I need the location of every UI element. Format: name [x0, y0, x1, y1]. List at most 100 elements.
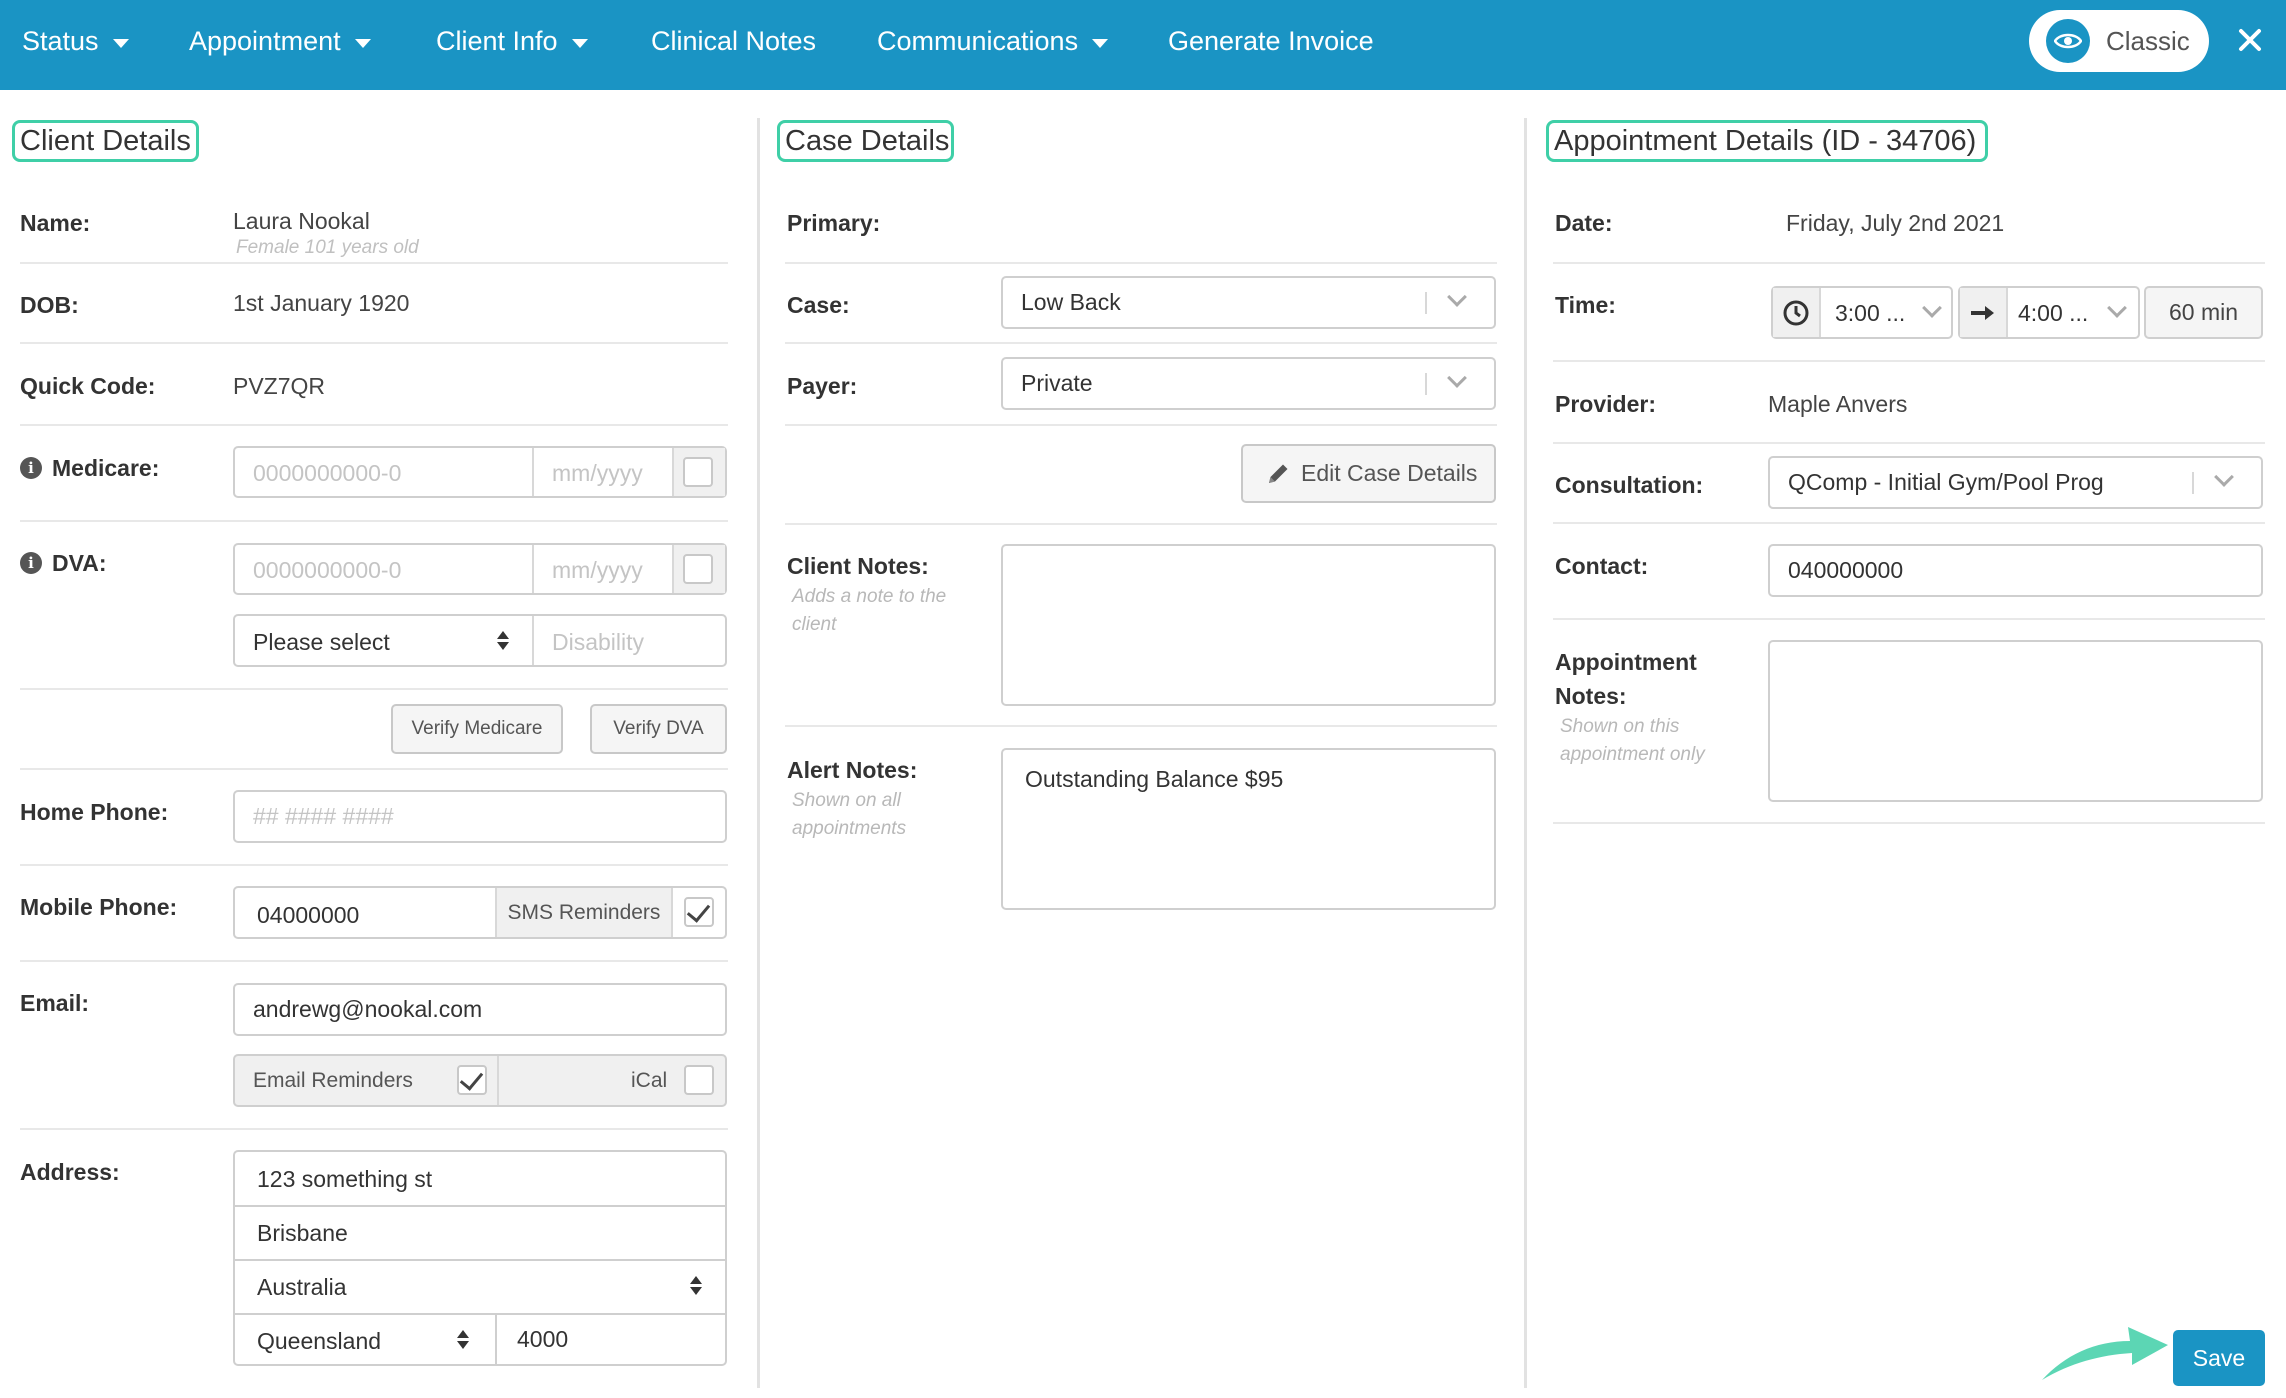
dva-card-select[interactable]: Please select — [253, 629, 390, 656]
communications-menu[interactable]: Communications — [877, 0, 1109, 82]
check-icon — [686, 898, 711, 923]
divider — [20, 1128, 728, 1130]
sms-reminders-label: SMS Reminders — [495, 888, 673, 937]
appointment-menu-label: Appointment — [189, 25, 341, 56]
name-label: Name: — [20, 210, 91, 236]
end-time-select[interactable]: 4:00 ... — [1958, 286, 2140, 339]
divider — [1553, 822, 2265, 824]
email-reminders-label: Email Reminders — [253, 1069, 413, 1092]
appointment-notes-label-line1: Appointment — [1555, 649, 1697, 675]
dva-label: DVA: — [52, 550, 107, 576]
mobile-phone-label: Mobile Phone: — [20, 894, 178, 920]
verify-dva-button[interactable]: Verify DVA — [590, 704, 727, 754]
client-notes-hint: Adds a note to the client — [792, 586, 947, 635]
city-input[interactable]: Brisbane — [257, 1220, 348, 1247]
close-icon[interactable] — [2232, 22, 2268, 58]
appointment-details-title: Appointment Details (ID - 34706) — [1546, 120, 1988, 162]
postcode-input[interactable]: 4000 — [517, 1326, 568, 1353]
divider — [785, 424, 1497, 426]
appointment-notes-hint: Shown on this appointment only — [1560, 716, 1705, 765]
primary-label: Primary: — [787, 210, 881, 236]
edit-case-details-label: Edit Case Details — [1301, 460, 1478, 486]
sms-reminders-checkbox[interactable] — [684, 897, 714, 927]
provider-label: Provider: — [1555, 391, 1656, 417]
classic-view-button[interactable]: Classic — [2029, 10, 2209, 72]
country-select[interactable]: Australia — [257, 1274, 346, 1301]
info-icon[interactable]: i — [20, 552, 42, 574]
consultation-select[interactable]: QComp - Initial Gym/Pool Prog — [1768, 456, 2263, 509]
appointment-menu[interactable]: Appointment — [189, 0, 371, 82]
status-menu[interactable]: Status — [22, 0, 129, 82]
chevron-down-icon — [1092, 38, 1109, 48]
clinical-notes-label: Clinical Notes — [651, 25, 817, 56]
client-info-menu[interactable]: Client Info — [436, 0, 588, 82]
quick-code-value: PVZ7QR — [233, 373, 326, 399]
divider — [20, 864, 728, 866]
client-notes-textarea[interactable] — [1001, 544, 1496, 706]
edit-case-details-button[interactable]: Edit Case Details — [1241, 444, 1496, 503]
client-notes-label: Client Notes: — [787, 553, 929, 579]
client-info-menu-label: Client Info — [436, 25, 558, 56]
alert-notes-textarea[interactable]: Outstanding Balance $95 — [1001, 748, 1496, 910]
dva-number-input[interactable]: 0000000000-0 — [253, 557, 401, 584]
payer-select-value: Private — [1021, 370, 1093, 396]
contact-label: Contact: — [1555, 553, 1649, 579]
payer-select[interactable]: Private — [1001, 357, 1496, 410]
ical-checkbox[interactable] — [684, 1065, 714, 1095]
divider — [1553, 442, 2265, 444]
mobile-phone-input[interactable]: 04000000 — [257, 902, 359, 929]
duration-display: 60 min — [2144, 286, 2263, 339]
chevron-down-icon — [2107, 298, 2127, 318]
contact-input[interactable]: 040000000 — [1768, 544, 2263, 597]
appointment-notes-label-line2: Notes: — [1555, 683, 1627, 709]
dva-expiry-input[interactable]: mm/yyyy — [552, 557, 643, 584]
address-group: 123 something st Brisbane Australia Quee… — [233, 1150, 727, 1366]
time-label: Time: — [1555, 292, 1616, 318]
divider — [785, 523, 1497, 525]
separator — [497, 1056, 499, 1105]
case-label: Case: — [787, 292, 850, 318]
state-select[interactable]: Queensland — [257, 1328, 381, 1355]
case-select[interactable]: Low Back — [1001, 276, 1496, 329]
dva-checkbox[interactable] — [683, 554, 713, 584]
medicare-input-group: 0000000000-0 mm/yyyy — [233, 446, 727, 498]
verify-medicare-button[interactable]: Verify Medicare — [391, 704, 563, 754]
end-time-value: 4:00 ... — [2018, 300, 2089, 326]
appointment-date[interactable]: Friday, July 2nd 2021 — [1786, 210, 2004, 237]
save-button[interactable]: Save — [2173, 1330, 2265, 1386]
clinical-notes-link[interactable]: Clinical Notes — [651, 0, 816, 82]
medicare-number-input[interactable]: 0000000000-0 — [253, 460, 401, 487]
client-gender-age: Female 101 years old — [236, 237, 419, 258]
home-phone-input[interactable]: ## #### #### — [233, 790, 727, 843]
chevron-down-icon — [1447, 287, 1467, 307]
medicare-expiry-input[interactable]: mm/yyyy — [552, 460, 643, 487]
chevron-down-icon — [1922, 298, 1942, 318]
separator — [532, 616, 534, 665]
disability-input[interactable]: Disability — [552, 629, 644, 656]
consultation-label: Consultation: — [1555, 472, 1704, 498]
chevron-down-icon — [112, 38, 129, 48]
divider — [20, 960, 728, 962]
client-name: Laura Nookal — [233, 208, 370, 234]
case-select-value: Low Back — [1021, 289, 1121, 315]
eye-icon — [2046, 19, 2090, 63]
appointment-notes-textarea[interactable] — [1768, 640, 2263, 802]
divider — [1553, 360, 2265, 362]
pencil-icon — [1269, 464, 1288, 483]
generate-invoice-link[interactable]: Generate Invoice — [1168, 0, 1374, 82]
dob-label: DOB: — [20, 292, 79, 318]
medicare-checkbox[interactable] — [683, 457, 713, 487]
start-time-select[interactable]: 3:00 ... — [1771, 286, 1953, 339]
street-input[interactable]: 123 something st — [257, 1166, 432, 1193]
email-input[interactable]: andrewg@nookal.com — [233, 983, 727, 1036]
address-label: Address: — [20, 1159, 120, 1185]
clock-icon — [1773, 288, 1821, 337]
medicare-label: Medicare: — [52, 455, 160, 481]
email-reminders-checkbox[interactable] — [457, 1065, 487, 1095]
divider — [1553, 618, 2265, 620]
email-label: Email: — [20, 990, 90, 1016]
info-icon[interactable]: i — [20, 457, 42, 479]
date-label: Date: — [1555, 210, 1613, 236]
arrow-icon — [2042, 1327, 2168, 1380]
quick-code-label: Quick Code: — [20, 373, 156, 399]
